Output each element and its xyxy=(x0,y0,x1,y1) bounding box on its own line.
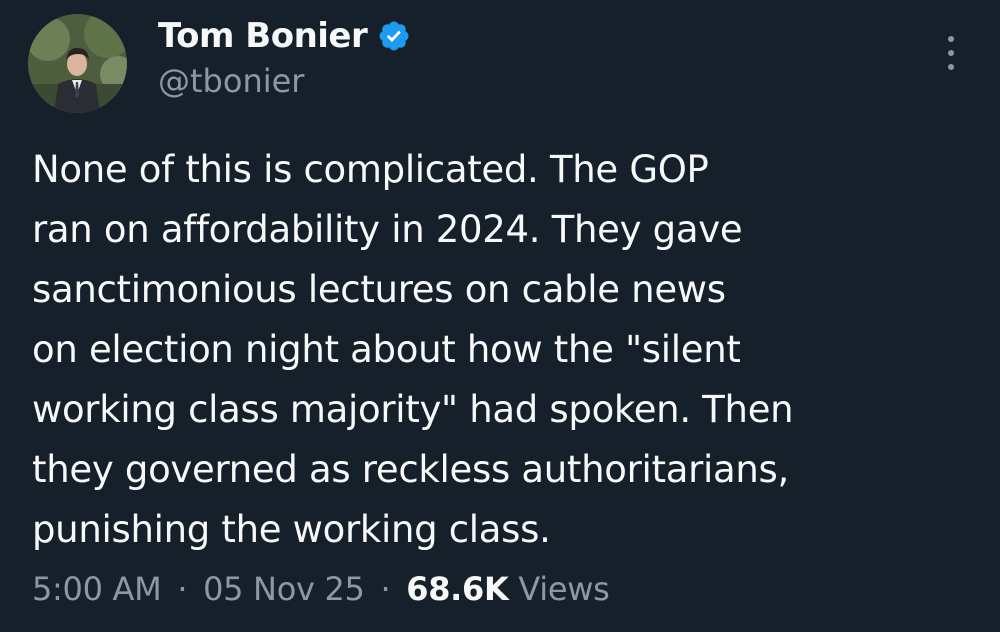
more-dot xyxy=(948,50,954,56)
tweet-text: None of this is complicated. The GOP ran… xyxy=(32,140,972,560)
tweet-meta: 5:00 AM · 05 Nov 25 · 68.6K Views xyxy=(32,570,610,608)
views-label: Views xyxy=(518,570,610,608)
meta-separator: · xyxy=(177,570,188,608)
tweet-line: None of this is complicated. The GOP xyxy=(32,148,709,191)
author-name-row[interactable]: Tom Bonier xyxy=(158,12,411,60)
meta-separator: · xyxy=(380,570,391,608)
verified-badge-icon xyxy=(377,19,411,53)
tweet-line: punishing the working class. xyxy=(32,508,551,551)
tweet-date[interactable]: 05 Nov 25 xyxy=(203,570,365,608)
avatar[interactable] xyxy=(28,14,127,113)
tweet-line: they governed as reckless authoritarians… xyxy=(32,448,789,491)
tweet-line: on election night about how the "silent xyxy=(32,328,741,371)
more-dot xyxy=(948,36,954,42)
tweet-line: working class majority" had spoken. Then xyxy=(32,388,794,431)
more-options-icon[interactable] xyxy=(936,36,966,70)
tweet-time[interactable]: 5:00 AM xyxy=(32,570,162,608)
views-count[interactable]: 68.6K xyxy=(406,570,509,608)
tweet-line: sanctimonious lectures on cable news xyxy=(32,268,726,311)
tweet-line: ran on affordability in 2024. They gave xyxy=(32,208,743,251)
author-handle[interactable]: @tbonier xyxy=(158,62,304,100)
tweet: Tom Bonier @tbonier None of this is comp… xyxy=(0,0,1000,632)
display-name[interactable]: Tom Bonier xyxy=(158,16,368,56)
more-dot xyxy=(948,64,954,70)
